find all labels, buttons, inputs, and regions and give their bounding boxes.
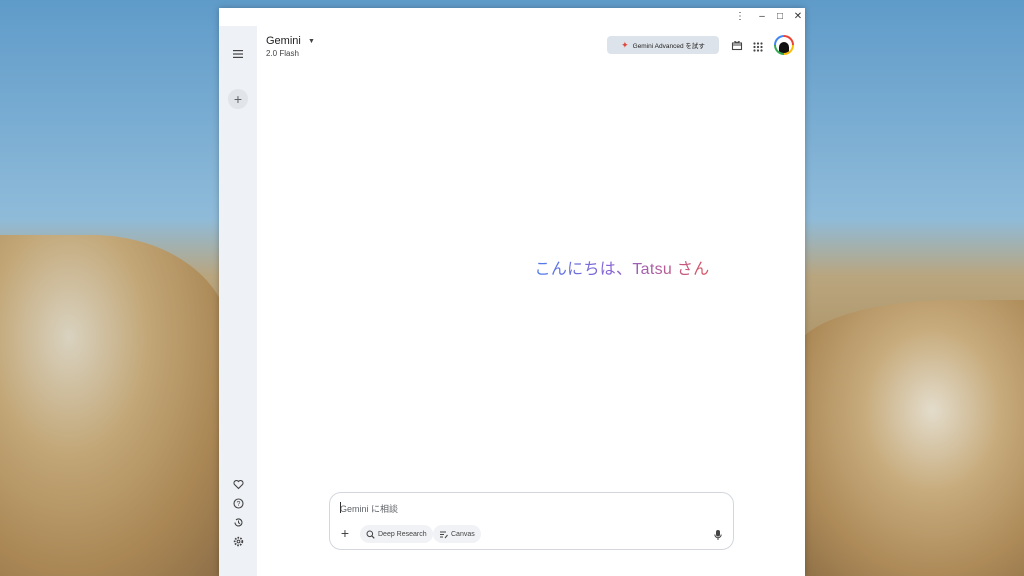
help-icon[interactable]: ? — [228, 493, 248, 513]
canvas-label: Canvas — [451, 530, 475, 538]
deep-research-label: Deep Research — [378, 530, 427, 538]
apps-grid-icon[interactable] — [753, 39, 763, 52]
browser-app-window: ⋮ – □ ✕ + ? Gemini ▼ 2.0 Flash ✦ Gemini … — [219, 8, 805, 576]
sparkle-icon: ✦ — [621, 39, 629, 50]
desktop-wallpaper-left — [0, 235, 230, 576]
canvas-icon — [440, 531, 448, 538]
microphone-icon[interactable] — [713, 528, 723, 540]
model-name: 2.0 Flash — [266, 49, 299, 58]
gem-manager-icon[interactable] — [228, 474, 248, 494]
activity-history-icon[interactable] — [228, 512, 248, 532]
close-button[interactable]: ✕ — [791, 10, 805, 24]
app-title[interactable]: Gemini — [266, 35, 301, 47]
prompt-input[interactable]: Gemini に相談 — [340, 502, 398, 515]
sidebar: + ? — [219, 26, 257, 576]
greeting-text: こんにちは、Tatsu さん — [534, 261, 710, 278]
deep-research-icon — [366, 530, 375, 539]
try-advanced-button[interactable]: ✦ Gemini Advanced を試す — [607, 36, 719, 54]
model-dropdown-icon[interactable]: ▼ — [308, 38, 315, 45]
new-chat-button[interactable]: + — [228, 89, 248, 109]
avatar-image — [776, 37, 792, 53]
desktop-wallpaper-right — [794, 300, 1024, 576]
try-advanced-label: Gemini Advanced を試す — [632, 43, 705, 50]
window-menu-button[interactable]: ⋮ — [733, 10, 747, 24]
settings-gear-icon[interactable] — [228, 531, 248, 551]
title-bar: ⋮ – □ ✕ — [219, 8, 805, 26]
gift-icon[interactable] — [731, 38, 743, 51]
greeting-heading: こんにちは、Tatsu さん — [219, 255, 1024, 279]
maximize-button[interactable]: □ — [773, 10, 787, 24]
prompt-input-box[interactable]: Gemini に相談 + Deep Research Canvas — [329, 492, 734, 550]
canvas-chip[interactable]: Canvas — [433, 525, 481, 543]
minimize-button[interactable]: – — [755, 10, 769, 24]
text-cursor — [340, 502, 341, 513]
add-attachment-button[interactable]: + — [336, 524, 354, 542]
account-avatar[interactable] — [774, 35, 794, 55]
deep-research-chip[interactable]: Deep Research — [360, 525, 433, 543]
svg-text:?: ? — [236, 501, 240, 508]
menu-icon[interactable] — [228, 44, 248, 64]
